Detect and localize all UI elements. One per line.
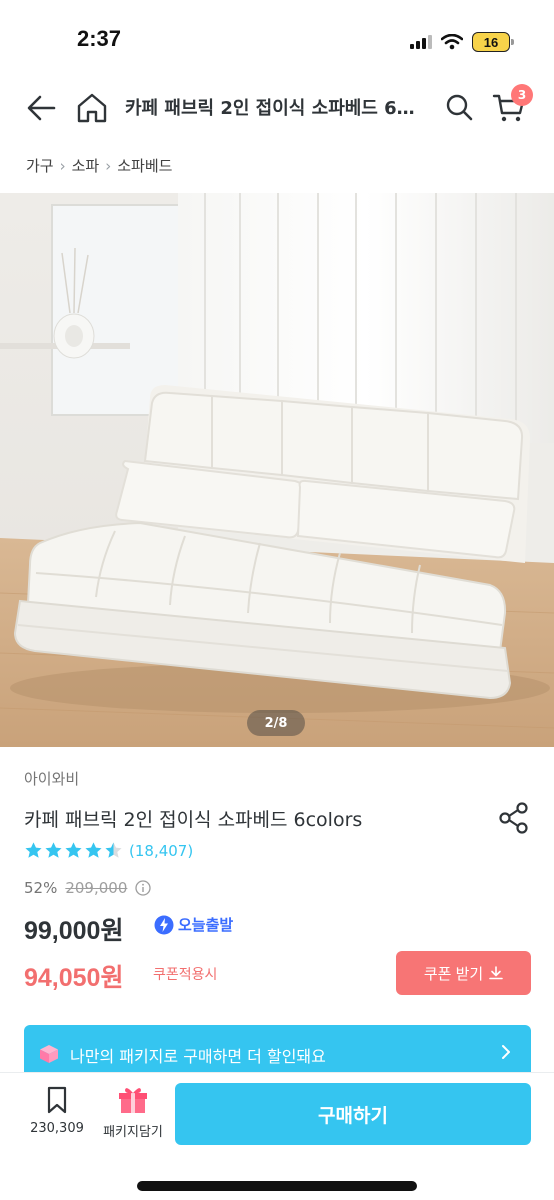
product-image[interactable] [0,193,554,747]
star-icon [85,842,102,858]
bookmark-count: 230,309 [30,1121,84,1136]
bottom-action-bar: 230,309 패키지담기 구매하기 [0,1072,554,1200]
search-icon[interactable] [440,88,480,128]
home-indicator [137,1181,417,1191]
rating-stars [24,841,123,860]
status-icons: 16 [410,30,514,54]
today-departure-badge: 오늘출발 [154,914,233,935]
download-icon [489,966,503,980]
rating[interactable]: (18,407) [24,841,193,860]
gift-box-icon [40,1045,58,1063]
add-to-package-button[interactable]: 패키지담기 [96,1085,170,1140]
review-count[interactable]: (18,407) [129,842,193,860]
signal-icon [410,35,432,49]
discount-row: 52% 209,000 [24,879,152,897]
status-time: 2:37 [77,26,122,51]
coupon-download-button[interactable]: 쿠폰 받기 [396,951,531,995]
sale-price: 99,000원 [24,917,124,945]
original-price: 209,000 [65,879,128,897]
breadcrumb: 가구 › 소파 › 소파베드 [26,155,172,176]
back-arrow-icon[interactable] [22,88,62,128]
breadcrumb-item-sofabed[interactable]: 소파베드 [117,155,172,176]
discount-rate: 52% [24,879,58,897]
star-icon [45,842,62,858]
chevron-right-icon: › [105,156,112,175]
package-banner-text: 나만의 패키지로 구매하면 더 할인돼요 [70,1047,326,1066]
home-icon[interactable] [72,88,112,128]
info-icon[interactable] [135,880,152,896]
product-name: 카페 패브릭 2인 접이식 소파베드 6colors [24,809,363,831]
brand-name[interactable]: 아이와비 [24,768,79,789]
battery-icon: 16 [472,32,514,52]
image-counter: 2/8 [247,710,305,736]
breadcrumb-item-furniture[interactable]: 가구 [26,155,54,176]
header-title: 카페 패브릭 2인 접이식 소파베드 6colors [125,98,425,119]
bookmark-button[interactable]: 230,309 [22,1085,92,1136]
star-icon [25,842,42,858]
cart-count-badge: 3 [511,84,533,106]
share-icon[interactable] [496,800,532,836]
star-icon [105,842,122,858]
add-to-package-label: 패키지담기 [103,1125,163,1140]
gift-box-icon [119,1088,147,1113]
chevron-right-icon: › [59,156,66,175]
wifi-icon [441,34,463,50]
coupon-note: 쿠폰적용시 [153,967,218,983]
breadcrumb-item-sofa[interactable]: 소파 [72,155,100,176]
top-nav: 카페 패브릭 2인 접이식 소파베드 6colors [0,80,554,136]
coupon-price: 94,050원 [24,964,124,992]
lightning-icon [154,915,174,934]
star-icon [65,842,82,858]
coupon-button-label: 쿠폰 받기 [423,965,484,983]
bookmark-icon [47,1086,67,1114]
sofa-photo [0,193,554,747]
status-bar: 2:37 16 [0,0,554,80]
today-departure-label: 오늘출발 [178,916,234,934]
chevron-right-icon [502,1045,510,1059]
buy-button[interactable]: 구매하기 [175,1083,531,1145]
